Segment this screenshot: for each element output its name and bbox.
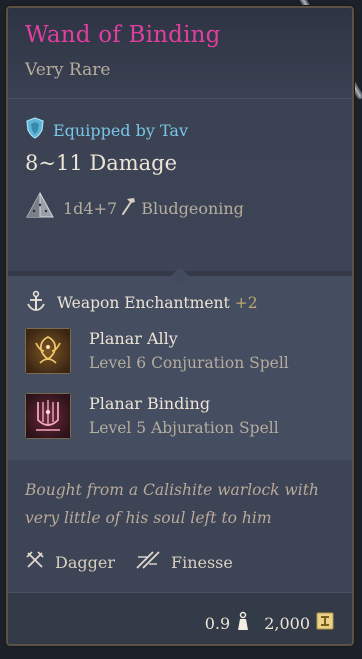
dagger-icon [25, 550, 45, 574]
d4-die-icon [25, 191, 55, 225]
gold-coin-icon [316, 612, 334, 634]
item-description: Bought from a Calishite warlock with ver… [25, 481, 319, 527]
finesse-icon [135, 550, 161, 574]
tooltip-footer: 0.9 2,000 [8, 592, 352, 644]
damage-type: Bludgeoning [141, 198, 244, 218]
property-label: Finesse [170, 552, 233, 572]
damage-dice: 1d4+7 [63, 198, 118, 218]
enchantment-label: Weapon Enchantment [57, 294, 230, 312]
weight-price-row: 0.9 2,000 [205, 611, 334, 635]
spell-name: Planar Binding [89, 394, 211, 413]
enchantment-row: Weapon Enchantment +2 [25, 290, 258, 316]
spell-name: Planar Ally [89, 329, 178, 348]
item-tooltip: Wand of Binding Very Rare Equipped by Ta… [6, 6, 354, 646]
shield-icon [25, 117, 45, 143]
enchantment-icon [25, 290, 47, 316]
enchantment-section: Weapon Enchantment +2 Planar Ally Level … [8, 276, 352, 460]
item-weight: 0.9 [204, 613, 231, 633]
weapon-stats-section: Equipped by Tav 8~11 Damage 1d4+7 Bludge… [8, 99, 352, 271]
spell-planar-binding[interactable]: Planar Binding Level 5 Abjuration Spell [25, 393, 279, 439]
spell-level: Level 5 Abjuration Spell [89, 419, 279, 437]
damage-range: 8~11 Damage [25, 151, 178, 175]
description-section: Bought from a Calishite warlock with ver… [8, 460, 352, 592]
equipped-label: Equipped by Tav [53, 120, 188, 140]
property-label: Dagger [55, 552, 115, 572]
weight-icon [236, 611, 250, 635]
damage-dice-row: 1d4+7 Bludgeoning [25, 191, 244, 225]
planar-ally-spell-icon [25, 328, 71, 374]
enchantment-bonus: +2 [234, 294, 258, 312]
spell-planar-ally[interactable]: Planar Ally Level 6 Conjuration Spell [25, 328, 289, 374]
item-name: Wand of Binding [25, 22, 221, 48]
weapon-properties: Dagger Finesse [25, 550, 233, 574]
hammer-icon [119, 196, 137, 220]
item-rarity: Very Rare [25, 60, 111, 80]
equipped-status: Equipped by Tav [25, 117, 188, 143]
tooltip-header: Wand of Binding Very Rare [8, 8, 352, 99]
item-price: 2,000 [264, 613, 310, 633]
spell-level: Level 6 Conjuration Spell [89, 354, 289, 372]
planar-binding-spell-icon [25, 393, 71, 439]
